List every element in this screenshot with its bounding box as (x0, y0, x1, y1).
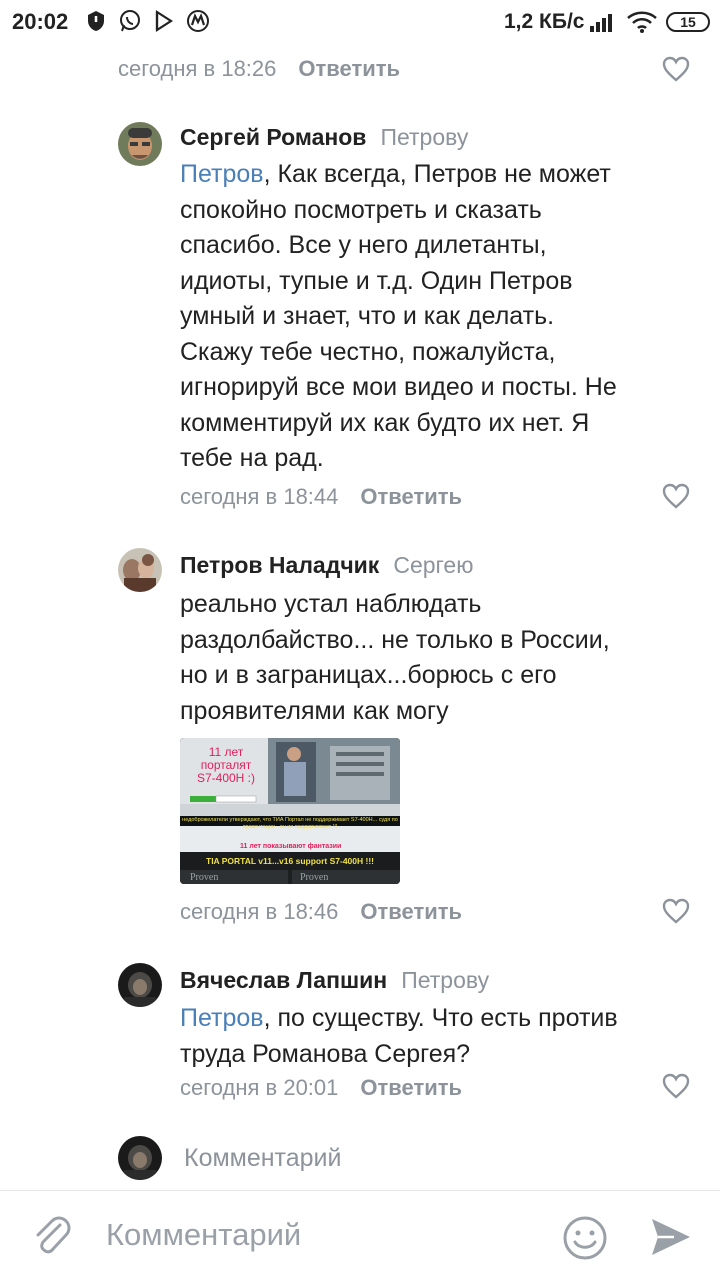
comment-line: тебе на рад. (180, 444, 324, 472)
heart-icon[interactable] (662, 1073, 690, 1099)
attachment-tab: Proven (190, 872, 219, 883)
comment-input[interactable]: Комментарий (106, 1217, 301, 1253)
avatar-photo (118, 1136, 162, 1180)
avatar-photo (118, 122, 162, 166)
reply-button[interactable]: Ответить (298, 56, 400, 82)
comment-header: Вячеслав Лапшин Петрову (180, 967, 489, 994)
metro-icon (187, 10, 209, 32)
comment-text: реально устал наблюдать раздолбайство...… (180, 587, 680, 729)
comment-meta: сегодня в 18:46 Ответить (180, 899, 462, 925)
comment-line: комментируй их как будто их нет. Я (180, 408, 590, 437)
attachment-tab: Proven (300, 872, 329, 883)
reply-button[interactable]: Ответить (360, 484, 462, 510)
comment-header: Петров Наладчик Сергею (180, 552, 473, 579)
comment-text: Петров, Как всегда, Петров не может спок… (180, 157, 680, 477)
comment-meta: сегодня в 18:44 Ответить (180, 484, 462, 510)
reply-to[interactable]: Сергею (393, 552, 473, 578)
network-speed: 1,2 КБ/с (504, 10, 585, 33)
comment-line: спокойно посмотреть и сказать (180, 195, 542, 224)
avatar[interactable] (118, 548, 162, 592)
wifi-icon (627, 11, 657, 33)
mention-link[interactable]: Петров (180, 1004, 264, 1032)
attachment-caption-top: недоброжелатели утверждают, что ТИА Порт… (182, 817, 398, 830)
attachment-title: 11 лет порталят S7-400H :) (188, 746, 264, 785)
notification-icons (84, 9, 210, 33)
comment-line: , по существу. Что есть против (263, 1004, 618, 1032)
comment-date: сегодня в 20:01 (180, 1075, 339, 1100)
attachment-caption-bottom: TIA PORTAL v11...v16 support S7-400H !!! (206, 856, 374, 866)
comment-meta: сегодня в 20:01 Ответить (180, 1075, 462, 1101)
comment-text: Петров, по существу. Что есть против тру… (180, 1001, 680, 1072)
avatar-photo (118, 963, 162, 1007)
comment-date: сегодня в 18:46 (180, 899, 339, 924)
reply-to[interactable]: Петрову (401, 967, 489, 993)
comment-line: , Как всегда, Петров не может (263, 160, 611, 188)
inline-input-placeholder[interactable]: Комментарий (184, 1144, 341, 1173)
avatar[interactable] (118, 122, 162, 166)
heart-icon[interactable] (662, 56, 690, 82)
paperclip-icon[interactable] (30, 1213, 74, 1257)
battery-indicator: 15 (666, 12, 710, 32)
comment-line: Скажу тебе честно, пожалуйста, (180, 337, 556, 366)
comment-line: умный и знает, что и как делать. (180, 302, 555, 330)
emoji-icon[interactable] (562, 1215, 608, 1261)
attachment-title-line: S7-400H :) (196, 771, 256, 785)
avatar[interactable] (118, 963, 162, 1007)
play-store-icon (155, 9, 174, 33)
status-bar: 20:02 1,2 КБ/с 15 (0, 0, 720, 44)
avatar-photo (118, 548, 162, 592)
comment-line: труда Романова Сергея? (180, 1039, 471, 1068)
comment-date: сегодня в 18:44 (180, 484, 339, 509)
whatsapp-icon (120, 10, 140, 32)
mention-link[interactable]: Петров (180, 160, 264, 188)
shield-icon (88, 11, 104, 31)
comment-author[interactable]: Вячеслав Лапшин (180, 967, 387, 993)
comment-line: но и в заграницах...борюсь с его (180, 661, 557, 689)
comment-line: проявителями как могу (180, 696, 449, 725)
reply-button[interactable]: Ответить (360, 1075, 462, 1101)
my-avatar (118, 1136, 162, 1180)
attachment-caption-mid: 11 лет показывают фантазии (240, 843, 342, 850)
comment-line: раздолбайство... не только в России, (180, 625, 610, 654)
status-time: 20:02 (12, 9, 69, 34)
comment-author[interactable]: Петров Наладчик (180, 552, 379, 578)
reply-button[interactable]: Ответить (360, 899, 462, 925)
comment-author[interactable]: Сергей Романов (180, 124, 366, 150)
heart-icon[interactable] (662, 483, 690, 509)
inline-comment-input[interactable]: Комментарий (0, 1132, 720, 1186)
attachment-image[interactable]: 11 лет порталят S7-400H :) недоброжелате… (180, 738, 400, 884)
heart-icon[interactable] (662, 898, 690, 924)
comment-meta: сегодня в 18:26 Ответить (118, 56, 400, 82)
comment-line: реально устал наблюдать (180, 590, 482, 618)
comment-line: игнорируй все мои видео и посты. Не (180, 373, 617, 401)
comment-line: идиоты, тупые и т.д. Один Петров (180, 266, 573, 295)
comment-line: спасибо. Все у него дилетанты, (180, 231, 547, 259)
send-icon[interactable] (650, 1217, 692, 1257)
reply-to[interactable]: Петрову (380, 124, 468, 150)
comment-header: Сергей Романов Петрову (180, 124, 468, 151)
comment-date: сегодня в 18:26 (118, 56, 277, 81)
comment-composer: Комментарий (0, 1190, 720, 1280)
signal-icon (590, 14, 612, 32)
